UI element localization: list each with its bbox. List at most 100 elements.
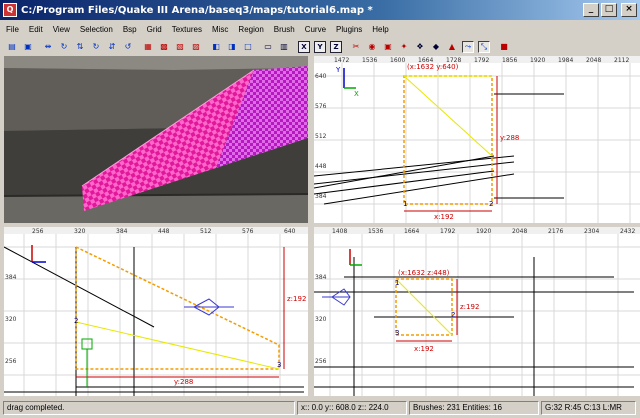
selection-box (75, 245, 280, 370)
menu-help[interactable]: Help (372, 25, 388, 34)
select-touching-icon[interactable]: ▩ (158, 41, 170, 53)
view-z-icon[interactable]: Z (330, 41, 342, 53)
menu-misc[interactable]: Misc (212, 25, 228, 34)
menu-selection[interactable]: Selection (80, 25, 113, 34)
handle-2: 2 (489, 200, 493, 208)
csg-subtract-icon[interactable]: ◧ (210, 41, 222, 53)
bend-icon[interactable]: ⤳ (462, 41, 474, 53)
texture-view-icon[interactable]: ▥ (278, 41, 290, 53)
hollow-icon[interactable]: □ (242, 41, 254, 53)
y-tick-label: 256 (5, 358, 17, 365)
menu-textures[interactable]: Textures (172, 25, 202, 34)
view-x-icon[interactable]: X (298, 41, 310, 53)
toolbar: ▤ ▣ ⇹ ↻ ⇅ ↻ ⇵ ↺ ▦ ▩ ▧ ▨ ◧ ◨ □ ▭ ▥ X Y Z ✂ ◉ ▣ ✦ ❖ ◆ ▲ ⤳ ⤡ ■ (0, 38, 640, 56)
plugin-icon[interactable]: ■ (498, 41, 510, 53)
minimize-button[interactable]: _ (583, 3, 599, 17)
select-complete-tall-icon[interactable]: ▦ (142, 41, 154, 53)
ruler-label: 1536 (368, 228, 383, 235)
ruler-label: 1856 (502, 57, 517, 64)
ruler-strip (4, 227, 308, 234)
ruler-label: 1792 (440, 228, 455, 235)
axis-x-label: X (354, 90, 359, 98)
menu-grid[interactable]: Grid (147, 25, 162, 34)
texture-lock-icon[interactable]: ✦ (398, 41, 410, 53)
camera-icon[interactable]: ◉ (366, 41, 378, 53)
coordinate-label: (x:1632 y:640) (407, 63, 459, 71)
menu-brush[interactable]: Brush (274, 25, 295, 34)
y-tick-label: 320 (315, 316, 327, 323)
spawn-entity (81, 338, 93, 350)
csg-merge-icon[interactable]: ◨ (226, 41, 238, 53)
window-title: C:/Program Files/Quake III Arena/baseq3/… (21, 4, 373, 16)
dimension-label-y: y:288 (500, 134, 519, 142)
view-y-icon[interactable]: Y (314, 41, 326, 53)
y-tick-label: 448 (315, 163, 327, 170)
drag-icon[interactable]: ⤡ (478, 41, 490, 53)
selected-brush-edge (395, 278, 453, 336)
patch-icon[interactable]: ▲ (446, 41, 458, 53)
menu-curve[interactable]: Curve (305, 25, 326, 34)
status-grid: G:32 R:45 C:13 L:MR (541, 401, 636, 415)
handle-3: 3 (395, 329, 399, 337)
dimension-label-x: x:192 (414, 345, 434, 353)
ruler-label: 384 (116, 228, 128, 235)
ruler-label: 2304 (584, 228, 599, 235)
rotate-y-icon[interactable]: ↻ (90, 41, 102, 53)
handle-2: 2 (451, 311, 455, 319)
ruler-label: 640 (284, 228, 296, 235)
coordinate-label: (x:1632 z:448) (398, 269, 450, 277)
ruler-label: 320 (74, 228, 86, 235)
select-partial-tall-icon[interactable]: ▧ (174, 41, 186, 53)
status-bar: drag completed. x:: 0.0 y:: 608.0 z:: 22… (0, 398, 640, 418)
ruler-label: 1536 (362, 57, 377, 64)
save-icon[interactable]: ▣ (22, 41, 34, 53)
menu-bar: File Edit View Selection Bsp Grid Textur… (0, 20, 640, 38)
flip-y-icon[interactable]: ⇅ (74, 41, 86, 53)
y-tick-label: 256 (315, 358, 327, 365)
y-tick-label: 320 (5, 316, 17, 323)
top-view-xy[interactable]: 1472 1536 1600 1664 1728 1792 1856 1920 1984 2048… (314, 56, 640, 223)
select-inside-icon[interactable]: ▨ (190, 41, 202, 53)
rotate-z-icon[interactable]: ↺ (122, 41, 134, 53)
cubic-clip-icon[interactable]: ❖ (414, 41, 426, 53)
menu-region[interactable]: Region (238, 25, 263, 34)
side-view-yz[interactable]: 256 320 384 448 512 576 640 384 320 256 z:192 y:288… (4, 227, 308, 396)
selected-brush-edge (403, 75, 493, 157)
status-counts: Brushes: 231 Entities: 16 (409, 401, 539, 415)
ruler-label: 448 (158, 228, 170, 235)
y-tick-label: 576 (315, 103, 327, 110)
maximize-button[interactable]: □ (601, 3, 617, 17)
ruler-label: 2112 (614, 57, 629, 64)
flip-z-icon[interactable]: ⇵ (106, 41, 118, 53)
rotate-x-icon[interactable]: ↻ (58, 41, 70, 53)
selected-brush-edge (75, 321, 280, 370)
dimension-label-x: x:192 (434, 213, 454, 221)
clipper-icon[interactable]: ✂ (350, 41, 362, 53)
menu-file[interactable]: File (6, 25, 19, 34)
ruler-label: 256 (32, 228, 44, 235)
entity-view-icon[interactable]: ◆ (430, 41, 442, 53)
front-view-xz[interactable]: 1408 1536 1664 1792 1920 2048 2176 2304 2432 384 3… (314, 227, 640, 396)
ruler-label: 1664 (404, 228, 419, 235)
ruler-label: 1600 (390, 57, 405, 64)
ruler-label: 2048 (512, 228, 527, 235)
ruler-label: 1920 (530, 57, 545, 64)
brush-edge (4, 246, 155, 328)
ruler-label: 512 (200, 228, 212, 235)
handle-2: 2 (74, 317, 78, 325)
change-views-icon[interactable]: ▭ (262, 41, 274, 53)
menu-bsp[interactable]: Bsp (123, 25, 137, 34)
menu-plugins[interactable]: Plugins (336, 25, 362, 34)
horizontal-splitter[interactable] (4, 223, 640, 227)
open-icon[interactable]: ▤ (6, 41, 18, 53)
menu-edit[interactable]: Edit (29, 25, 43, 34)
dimension-label-y: y:288 (174, 378, 193, 386)
handle-1: 1 (395, 279, 399, 287)
ruler-label: 2176 (548, 228, 563, 235)
lock-icon[interactable]: ▣ (382, 41, 394, 53)
camera-view[interactable] (4, 56, 308, 223)
flip-x-icon[interactable]: ⇹ (42, 41, 54, 53)
close-button[interactable]: × (621, 3, 637, 17)
axis-y-label: Y (335, 66, 341, 74)
menu-view[interactable]: View (53, 25, 70, 34)
